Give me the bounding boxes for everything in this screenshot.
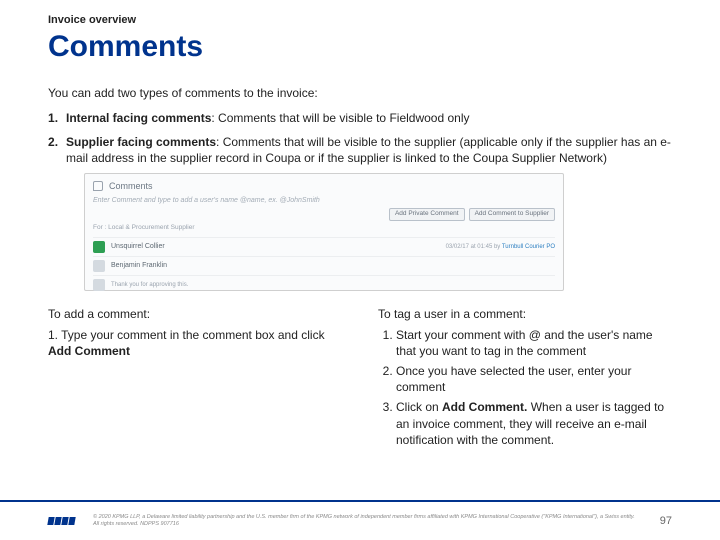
avatar xyxy=(93,279,105,291)
step3-prefix: Click on xyxy=(396,400,442,414)
right-steps-list: Start your comment with @ and the user's… xyxy=(378,327,672,448)
page-title: Comments xyxy=(48,30,672,64)
intro-text: You can add two types of comments to the… xyxy=(48,86,672,100)
right-heading: To tag a user in a comment: xyxy=(378,307,672,321)
left-column: To add a comment: 1. Type your comment i… xyxy=(48,307,342,452)
list-item: Start your comment with @ and the user's… xyxy=(396,327,672,359)
comment-text: Thank you for approving this. xyxy=(111,281,555,289)
add-private-comment-button[interactable]: Add Private Comment xyxy=(389,208,465,221)
pre-title: Invoice overview xyxy=(48,14,672,26)
comment-author: Unsquirrel Collier xyxy=(111,242,440,251)
comment-date: 03/02/17 at 01:45 by xyxy=(446,244,501,250)
comment-author: Benjamin Franklin xyxy=(111,261,555,270)
comment-row: Benjamin Franklin xyxy=(93,256,555,275)
item-desc: : Comments that will be visible to Field… xyxy=(211,111,469,125)
item-label: Supplier facing comments xyxy=(66,135,216,149)
comment-row: Thank you for approving this. xyxy=(93,275,555,294)
left-step-bold: Add Comment xyxy=(48,344,130,358)
right-column: To tag a user in a comment: Start your c… xyxy=(378,307,672,452)
avatar xyxy=(93,241,105,253)
list-item: Internal facing comments: Comments that … xyxy=(48,110,672,126)
filter-label: For : Local & Procurement Supplier xyxy=(93,224,555,233)
screenshot-heading-text: Comments xyxy=(109,180,153,192)
list-item: Click on Add Comment. When a user is tag… xyxy=(396,399,672,448)
step3-bold: Add Comment. xyxy=(442,400,527,414)
legal-text: © 2020 KPMG LLP, a Delaware limited liab… xyxy=(93,514,642,528)
item-label: Internal facing comments xyxy=(66,111,211,125)
comment-types-list: Internal facing comments: Comments that … xyxy=(48,110,672,291)
comment-icon xyxy=(93,181,103,191)
left-step-text: 1. Type your comment in the comment box … xyxy=(48,328,325,342)
kpmg-logo xyxy=(48,517,75,526)
avatar xyxy=(93,260,105,272)
list-item: Once you have selected the user, enter y… xyxy=(396,363,672,395)
screenshot-panel: Comments Enter Comment and type to add a… xyxy=(84,173,564,291)
left-heading: To add a comment: xyxy=(48,307,342,321)
page-number: 97 xyxy=(660,515,672,527)
footer: © 2020 KPMG LLP, a Delaware limited liab… xyxy=(0,500,720,540)
add-supplier-comment-button[interactable]: Add Comment to Supplier xyxy=(469,208,555,221)
comment-row: Unsquirrel Collier 03/02/17 at 01:45 by … xyxy=(93,237,555,256)
screenshot-heading: Comments xyxy=(93,180,555,192)
comment-link[interactable]: Turnbull Courier PO xyxy=(502,244,555,250)
comment-input[interactable]: Enter Comment and type to add a user's n… xyxy=(93,196,320,205)
list-item: Supplier facing comments: Comments that … xyxy=(48,134,672,290)
